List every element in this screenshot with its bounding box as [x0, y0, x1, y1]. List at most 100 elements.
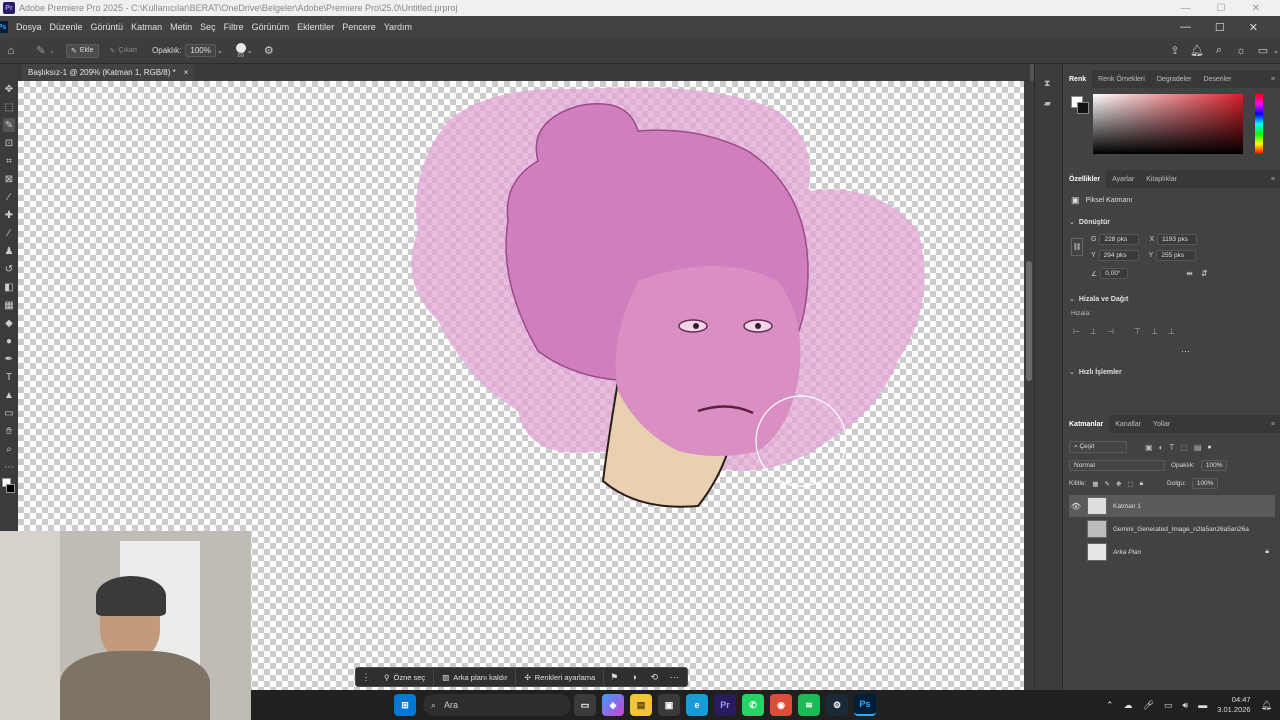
- photoshop-icon[interactable]: Ps: [854, 694, 876, 716]
- more-options-icon[interactable]: ⋯: [1181, 346, 1190, 357]
- transform-header[interactable]: ⌄ Dönüştür: [1069, 218, 1110, 227]
- select-subject-button[interactable]: ⚲ Özne seç: [376, 667, 435, 687]
- align-top-icon[interactable]: ⊤: [1134, 327, 1141, 336]
- tab-degradeler[interactable]: Degradeler: [1151, 70, 1198, 88]
- y-field[interactable]: Y 255 pks: [1149, 250, 1197, 261]
- type-tool-icon[interactable]: T: [3, 370, 15, 384]
- battery-icon[interactable]: ▬: [1198, 700, 1207, 710]
- ps-minimize-icon[interactable]: —: [1180, 21, 1191, 34]
- menu-dosya[interactable]: Dosya: [16, 22, 42, 32]
- x-field[interactable]: X 1193 pks: [1149, 234, 1198, 245]
- settings-gear-icon[interactable]: ⚙: [262, 44, 276, 58]
- align-center-v-icon[interactable]: ⊥: [1151, 327, 1158, 336]
- align-header[interactable]: ⌄ Hizala ve Dağıt: [1069, 295, 1128, 304]
- flag-icon[interactable]: ⚑: [604, 672, 624, 683]
- bg-swatch[interactable]: [1077, 102, 1089, 114]
- filter-adjustment-icon[interactable]: ◐: [1159, 443, 1164, 452]
- width-field[interactable]: G 228 pks: [1091, 234, 1140, 245]
- layer-opacity-input[interactable]: 100%: [1200, 460, 1228, 471]
- blend-mode-select[interactable]: Normal: [1069, 460, 1165, 471]
- tab-renk-ornekleri[interactable]: Renk Örnekleri: [1092, 70, 1151, 88]
- eyedropper-tool-icon[interactable]: ⁄: [3, 190, 15, 204]
- whatsapp-icon[interactable]: ✆: [742, 694, 764, 716]
- tab-yollar[interactable]: Yollar: [1147, 415, 1176, 433]
- menu-eklentiler[interactable]: Eklentiler: [297, 22, 334, 32]
- panel-menu-icon[interactable]: ≡: [1271, 176, 1275, 183]
- crop-tool-icon[interactable]: ⌗: [3, 154, 15, 168]
- quick-actions-header[interactable]: ⌄ Hızlı İşlemler: [1069, 368, 1122, 377]
- lock-transparent-icon[interactable]: ▦: [1092, 480, 1098, 488]
- more-tools-icon[interactable]: ⋯: [3, 460, 15, 474]
- menu-pencere[interactable]: Pencere: [342, 22, 376, 32]
- add-to-selection-button[interactable]: ✎ Ekle: [66, 43, 99, 58]
- angle-input[interactable]: 0,00°: [1100, 268, 1129, 279]
- minimize-icon[interactable]: —: [1181, 3, 1191, 14]
- transform-icon[interactable]: ⟲: [644, 672, 664, 683]
- premiere-icon[interactable]: Pr: [714, 694, 736, 716]
- dodge-tool-icon[interactable]: ●: [3, 334, 15, 348]
- bell-icon[interactable]: 🔔︎: [1190, 44, 1204, 58]
- maximize-icon[interactable]: ☐: [1217, 3, 1226, 14]
- share-icon[interactable]: ⇪: [1168, 44, 1182, 58]
- clone-stamp-tool-icon[interactable]: ♟: [3, 244, 15, 258]
- panel-menu-icon[interactable]: ≡: [1271, 76, 1275, 83]
- chevron-up-icon[interactable]: ⌃: [1106, 700, 1114, 711]
- x-input[interactable]: 1193 pks: [1157, 234, 1198, 245]
- more-icon[interactable]: ⋯: [664, 672, 684, 683]
- eye-icon[interactable]: 👁︎: [1069, 502, 1083, 511]
- quick-selection-tool-icon[interactable]: ✎: [34, 44, 48, 58]
- align-right-icon[interactable]: ⊣: [1107, 327, 1114, 336]
- tab-katmanlar[interactable]: Katmanlar: [1063, 415, 1110, 433]
- lock-image-icon[interactable]: ✎: [1105, 480, 1110, 488]
- store-icon[interactable]: ▣: [658, 694, 680, 716]
- menu-gorunum[interactable]: Görünüm: [252, 22, 290, 32]
- flip-horizontal-icon[interactable]: ⇹: [1186, 269, 1193, 278]
- height-input[interactable]: 294 pks: [1098, 250, 1139, 261]
- chevron-down-icon[interactable]: ⌄: [48, 44, 56, 58]
- filter-toggle-icon[interactable]: ●: [1207, 444, 1211, 451]
- fill-input[interactable]: 100%: [1191, 478, 1219, 489]
- notifications-icon[interactable]: 🔔︎: [1261, 700, 1272, 711]
- lightbulb-icon[interactable]: ☼: [1234, 44, 1248, 58]
- healing-brush-tool-icon[interactable]: ✚: [3, 208, 15, 222]
- hue-slider[interactable]: [1255, 94, 1263, 154]
- hand-tool-icon[interactable]: ✋︎: [3, 424, 15, 438]
- height-field[interactable]: Y 294 pks: [1091, 250, 1139, 261]
- volume-icon[interactable]: 🔊︎: [1183, 700, 1189, 711]
- steam-icon[interactable]: ⚙: [826, 694, 848, 716]
- brush-preset-picker[interactable]: 68: [235, 42, 246, 59]
- comments-panel-icon[interactable]: ▰: [1044, 98, 1051, 109]
- subtract-from-selection-button[interactable]: ✎ Çıkart: [105, 44, 143, 58]
- network-icon[interactable]: ▭: [1164, 700, 1173, 711]
- workspace-dropdown-icon[interactable]: ⌄: [1272, 44, 1280, 58]
- history-brush-tool-icon[interactable]: ↺: [3, 262, 15, 276]
- marquee-tool-icon[interactable]: ⬚: [3, 100, 15, 114]
- quick-selection-tool-icon[interactable]: ✎: [3, 118, 15, 132]
- layer-row-katman-1[interactable]: 👁︎ Katman 1: [1069, 495, 1275, 517]
- tab-kitapliklar[interactable]: Kitaplıklar: [1140, 170, 1183, 188]
- edge-icon[interactable]: e: [686, 694, 708, 716]
- search-icon[interactable]: ⌕: [1212, 44, 1226, 58]
- menu-filtre[interactable]: Filtre: [224, 22, 244, 32]
- path-selection-tool-icon[interactable]: ▲: [3, 388, 15, 402]
- filter-smart-object-icon[interactable]: ▤: [1194, 443, 1202, 452]
- lock-artboard-icon[interactable]: ⬚: [1127, 480, 1133, 488]
- history-panel-icon[interactable]: ⧗: [1044, 78, 1050, 89]
- color-swatches[interactable]: [2, 478, 16, 496]
- remove-background-button[interactable]: ▨ Arka planı kaldır: [434, 667, 517, 687]
- opacity-input[interactable]: 100%: [185, 44, 216, 57]
- ps-close-icon[interactable]: ✕: [1249, 21, 1258, 34]
- taskbar-search-box[interactable]: ⌕ Ara: [423, 694, 571, 716]
- brush-dropdown-icon[interactable]: ⌄: [246, 44, 254, 58]
- color-picker-field[interactable]: [1093, 94, 1243, 154]
- angle-field[interactable]: ∠ 0,00°: [1091, 268, 1129, 279]
- layer-row-gemini-image[interactable]: Gemini_Generated_Image_n2la5an26a5an26a: [1069, 518, 1275, 540]
- width-input[interactable]: 228 pks: [1099, 234, 1140, 245]
- home-icon[interactable]: ⌂: [4, 44, 18, 58]
- align-center-h-icon[interactable]: ⊥: [1090, 327, 1097, 336]
- filter-shape-icon[interactable]: ⬚: [1180, 443, 1188, 452]
- file-explorer-icon[interactable]: ▤: [630, 694, 652, 716]
- layer-row-arka-plan[interactable]: Arka Plan 🔒︎: [1069, 541, 1275, 563]
- cloud-icon[interactable]: ☁: [1124, 700, 1133, 711]
- pen-tool-icon[interactable]: ✒: [3, 352, 15, 366]
